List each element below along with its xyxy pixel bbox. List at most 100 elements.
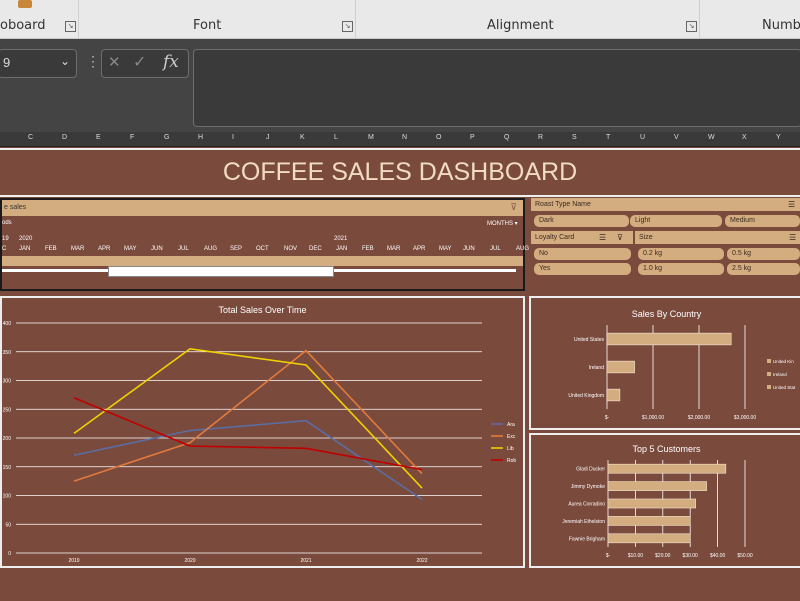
clipboard-launcher-icon[interactable]: ↘ (65, 21, 76, 32)
roast-slicer-header: Roast Type Name (531, 198, 800, 211)
column-header[interactable]: T (606, 134, 610, 141)
bar[interactable] (606, 360, 635, 374)
total-sales-chart[interactable]: Total Sales Over Time 0 50 100 150 200 250 300… (0, 296, 525, 568)
timeline-month[interactable]: DEC (309, 246, 322, 252)
timeline-month[interactable]: MAR (387, 246, 400, 252)
chevron-down-icon[interactable]: ⌄ (60, 54, 70, 68)
multi-select-icon[interactable]: ☰ (789, 233, 796, 242)
line-chart-svg: 0 50 100 150 200 250 300 350 400 2019 2020 2021 2022… (3, 321, 517, 564)
column-header[interactable]: H (198, 134, 203, 141)
column-header[interactable]: U (640, 134, 645, 141)
ribbon: oboard ↘ Font ↘ Alignment ↘ Numb (0, 0, 800, 39)
column-header[interactable]: V (674, 134, 679, 141)
legend-label: United Kin (773, 359, 794, 364)
category-label: United States (574, 337, 605, 343)
column-header[interactable]: E (96, 134, 101, 141)
timeline-month[interactable]: MAR (71, 246, 84, 252)
sales-by-country-chart[interactable]: Sales By Country $- $1,000.00 $2,000.00 $3,… (529, 296, 800, 430)
insert-function-icon[interactable]: fx (163, 52, 179, 72)
top-customers-chart[interactable]: Top 5 Customers $- $10.00 $20.00 $30.00 $40.… (529, 433, 800, 568)
bar[interactable] (607, 481, 707, 491)
column-header[interactable]: J (266, 134, 270, 141)
timeline-month[interactable]: C (2, 246, 6, 252)
bar[interactable] (606, 388, 621, 402)
timeline-month[interactable]: JUL (178, 246, 189, 252)
column-header[interactable]: M (368, 134, 374, 141)
multi-select-icon[interactable]: ☰ (599, 233, 606, 242)
column-header[interactable]: K (300, 134, 305, 141)
name-box[interactable]: 9 ⌄ (0, 49, 77, 78)
timeline-month[interactable]: JAN (336, 246, 347, 252)
slicer-item-2-5kg[interactable]: 2.5 kg (727, 263, 800, 275)
series-line[interactable] (73, 349, 423, 482)
timeline-month[interactable]: JUN (151, 246, 163, 252)
y-tick-label: 100 (3, 494, 12, 500)
timeline-month[interactable]: MAY (439, 246, 452, 252)
timeline-slicer[interactable]: e sales ⊽ ods MONTHS ▾ 19 2020 2021 C JAN… (0, 198, 529, 291)
format-painter-icon[interactable] (18, 0, 32, 8)
timeline-period-label: ods (2, 220, 12, 226)
column-header[interactable]: G (164, 134, 169, 141)
formula-input[interactable] (193, 49, 800, 127)
column-header[interactable]: C (28, 134, 33, 141)
timeline-month[interactable]: OCT (256, 246, 269, 252)
alignment-launcher-icon[interactable]: ↘ (686, 21, 697, 32)
enter-icon[interactable]: ✓ (133, 52, 146, 72)
slicer-item-0-5kg[interactable]: 0.5 kg (727, 248, 800, 260)
timeline-month[interactable]: MAY (124, 246, 137, 252)
legend-swatch (767, 372, 771, 376)
slicer-item-no[interactable]: No (534, 248, 631, 260)
timeline-month[interactable]: AUG (516, 246, 529, 252)
timeline-month[interactable]: FEB (45, 246, 57, 252)
timeline-month[interactable]: FEB (362, 246, 374, 252)
slicer-item-yes[interactable]: Yes (534, 263, 631, 275)
column-header[interactable]: I (232, 134, 234, 141)
column-header[interactable]: Y (776, 134, 781, 141)
timeline-month[interactable]: APR (413, 246, 425, 252)
bar[interactable] (607, 498, 696, 509)
slicer-item-0-2kg[interactable]: 0.2 kg (638, 248, 724, 260)
slicer-item-1-0kg[interactable]: 1.0 kg (638, 263, 724, 275)
timeline-header: e sales ⊽ (2, 200, 523, 216)
timeline-month[interactable]: APR (98, 246, 110, 252)
multi-select-icon[interactable]: ☰ (788, 200, 795, 209)
column-header[interactable]: R (538, 134, 543, 141)
column-header[interactable]: X (742, 134, 747, 141)
column-header[interactable]: W (708, 134, 715, 141)
y-tick-label: 250 (3, 407, 12, 413)
column-header[interactable]: D (62, 134, 67, 141)
bar[interactable] (606, 332, 732, 346)
timeline-selection-handle[interactable] (108, 266, 334, 277)
legend-label: Exc (507, 434, 516, 440)
category-label: Aurea Corradino (568, 502, 605, 508)
timeline-month[interactable]: NOV (284, 246, 297, 252)
timeline-month[interactable]: JAN (19, 246, 30, 252)
slicer-item-medium[interactable]: Medium (725, 215, 800, 227)
slicer-item-dark[interactable]: Dark (534, 215, 629, 227)
font-launcher-icon[interactable]: ↘ (342, 21, 353, 32)
column-header[interactable]: F (130, 134, 134, 141)
timeline-month[interactable]: SEP (230, 246, 242, 252)
column-header[interactable]: L (334, 134, 338, 141)
bar[interactable] (607, 463, 727, 474)
bar[interactable] (607, 533, 691, 544)
category-label: Gladi Ducker (576, 467, 605, 473)
more-options-icon[interactable]: ⋮ (86, 53, 100, 70)
category-label: Jeremiah Ethelston (562, 519, 605, 525)
timeline-level-select[interactable]: MONTHS ▾ (487, 220, 518, 227)
slicer-item-light[interactable]: Light (630, 215, 722, 227)
clear-filter-icon[interactable]: ⊽ (510, 202, 517, 213)
column-header[interactable]: P (470, 134, 475, 141)
x-tick-label: 2019 (68, 558, 79, 564)
column-header[interactable]: S (572, 134, 577, 141)
bar[interactable] (607, 516, 691, 526)
timeline-month[interactable]: JUN (463, 246, 475, 252)
column-header[interactable]: N (402, 134, 407, 141)
timeline-month[interactable]: JUL (490, 246, 501, 252)
clear-filter-icon[interactable]: ⊽ (617, 233, 623, 242)
cancel-icon[interactable]: ✕ (108, 53, 121, 71)
timeline-month[interactable]: AUG (204, 246, 217, 252)
timeline-title: e sales (4, 204, 27, 211)
column-header[interactable]: O (436, 134, 441, 141)
column-header[interactable]: Q (504, 134, 509, 141)
